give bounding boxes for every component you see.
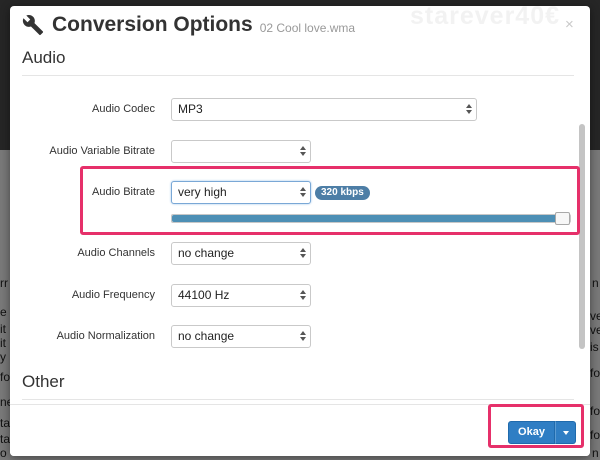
- background-text: ta: [0, 432, 11, 446]
- audio-frequency-label: Audio Frequency: [71, 289, 155, 301]
- background-text: fo: [590, 366, 600, 380]
- audio-codec-value: MP3: [178, 102, 203, 116]
- background-text: ta: [0, 416, 11, 430]
- audio-frequency-select[interactable]: 44100 Hz: [171, 284, 311, 307]
- close-icon[interactable]: ×: [565, 17, 574, 32]
- background-text: n: [592, 446, 599, 460]
- audio-normalization-select[interactable]: no change: [171, 325, 311, 348]
- background-text: is: [590, 340, 599, 354]
- scrollbar-thumb[interactable]: [579, 124, 585, 349]
- audio-vbr-select[interactable]: [171, 140, 311, 163]
- section-divider: [22, 75, 574, 76]
- audio-channels-label: Audio Channels: [77, 247, 155, 259]
- okay-highlight-box: [488, 404, 584, 448]
- background-text: it: [0, 322, 6, 336]
- background-text: e: [0, 305, 7, 319]
- background-text: o: [0, 446, 7, 460]
- audio-channels-select[interactable]: no change: [171, 242, 311, 265]
- sort-arrows-icon: [300, 290, 306, 301]
- background-text: ve: [590, 323, 600, 337]
- background-text: rr: [0, 276, 8, 290]
- background-text: fo: [590, 404, 600, 418]
- background-text: it: [0, 336, 6, 350]
- dialog-title: Conversion Options: [52, 13, 253, 36]
- audio-normalization-label: Audio Normalization: [56, 330, 155, 342]
- section-title-audio: Audio: [22, 48, 66, 67]
- audio-frequency-value: 44100 Hz: [178, 288, 230, 302]
- background-text: ve: [590, 309, 600, 323]
- audio-normalization-value: no change: [178, 329, 235, 343]
- dialog-subtitle: 02 Cool love.wma: [259, 20, 356, 35]
- watermark-text: starever40€: [410, 2, 561, 30]
- background-text: fo: [0, 370, 11, 384]
- section-divider: [22, 399, 574, 400]
- audio-vbr-label: Audio Variable Bitrate: [49, 145, 155, 157]
- background-text: y: [0, 350, 6, 364]
- sort-arrows-icon: [466, 104, 472, 115]
- wrench-icon: [22, 15, 44, 36]
- audio-codec-label: Audio Codec: [92, 103, 155, 115]
- sort-arrows-icon: [300, 248, 306, 259]
- audio-channels-value: no change: [178, 246, 235, 260]
- sort-arrows-icon: [300, 331, 306, 342]
- bitrate-highlight-box: [80, 166, 580, 235]
- audio-codec-select[interactable]: MP3: [171, 98, 477, 121]
- sort-arrows-icon: [300, 146, 306, 157]
- background-text: fo: [590, 428, 600, 442]
- section-title-other: Other: [22, 372, 65, 391]
- background-text: n: [592, 276, 599, 290]
